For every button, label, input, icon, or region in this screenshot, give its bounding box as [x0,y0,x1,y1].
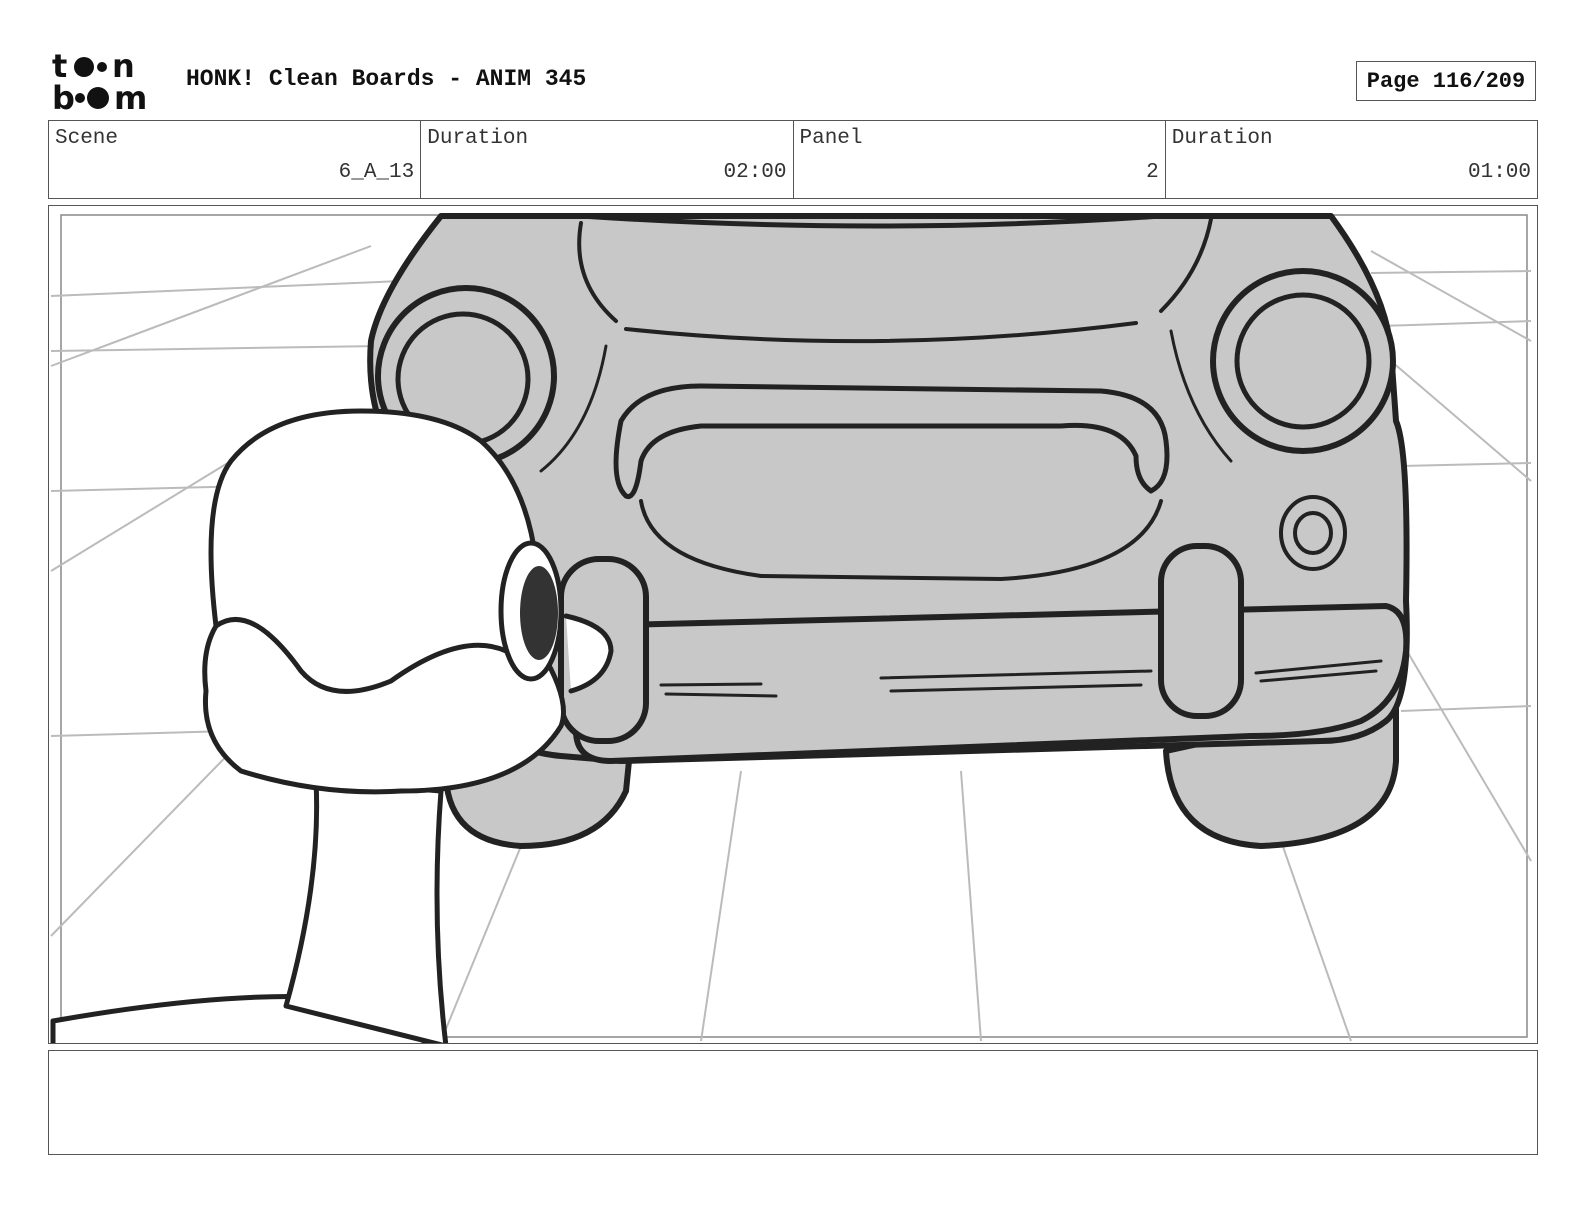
page-number: Page 116/209 [1356,61,1536,101]
panel-duration-label: Duration [1171,127,1273,150]
panel-value: 2 [1146,161,1159,184]
panel-label: Panel [799,127,863,150]
scene-duration-cell: Duration 02:00 [421,121,794,198]
panel-cell: Panel 2 [794,121,1166,198]
panel-duration-value: 01:00 [1467,161,1531,184]
panel-drawing [50,213,1532,1043]
scene-value: 6_A_13 [338,161,415,184]
scene-label: Scene [55,127,119,150]
document-title: HONK! Clean Boards - ANIM 345 [186,66,587,92]
panel-notes [48,1050,1538,1155]
scene-info-row: Scene 6_A_13 Duration 02:00 Panel 2 Dura… [48,120,1538,199]
svg-text:m: m [114,79,147,112]
toon-boom-logo: t n b m [52,47,164,117]
scene-cell: Scene 6_A_13 [49,121,422,198]
scene-duration-value: 02:00 [723,161,787,184]
storyboard-panel [48,205,1538,1044]
svg-text:b: b [52,79,75,112]
panel-duration-cell: Duration 01:00 [1166,121,1537,198]
scene-duration-label: Duration [427,127,529,150]
